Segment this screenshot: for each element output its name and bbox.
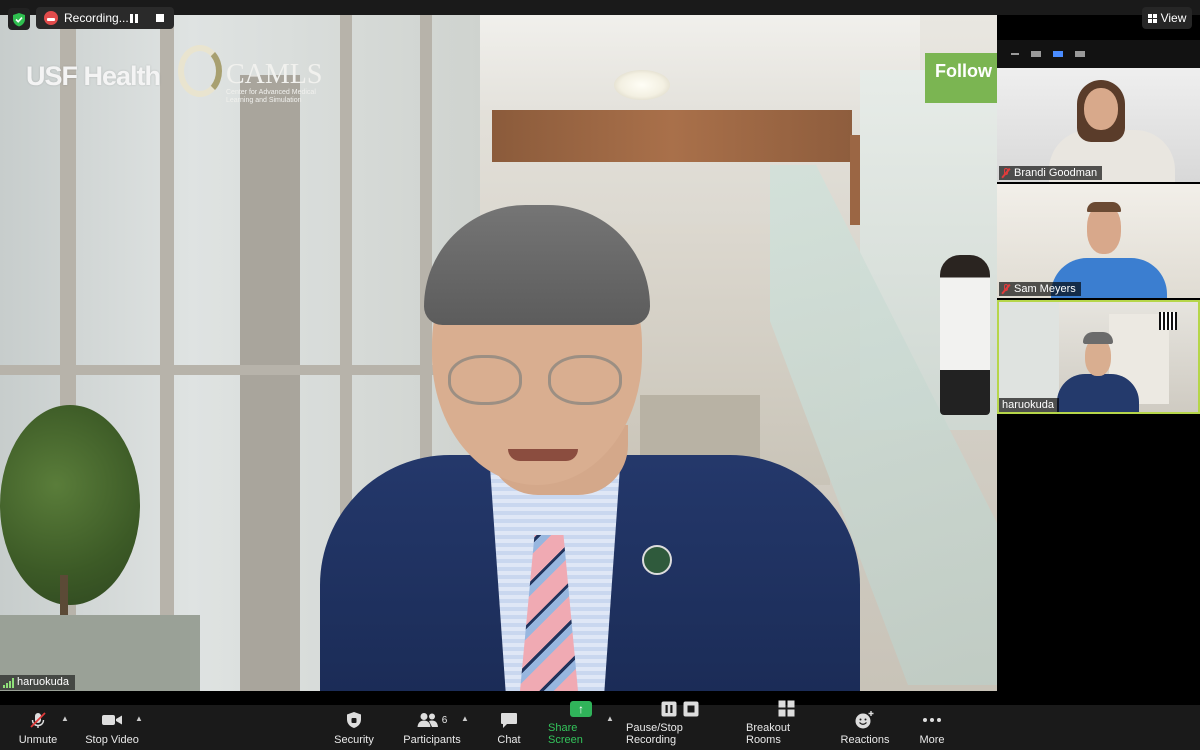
security-shield-icon bbox=[347, 712, 361, 728]
participant-tile[interactable]: Brandi Goodman bbox=[997, 68, 1200, 182]
speaker-mouth bbox=[508, 449, 578, 461]
qr-code bbox=[1159, 312, 1177, 330]
participant-name-tag: Brandi Goodman bbox=[999, 166, 1103, 180]
participant-name: Brandi Goodman bbox=[1014, 167, 1098, 179]
speaker-hair bbox=[424, 205, 650, 325]
gallery-strip-icon[interactable] bbox=[1075, 51, 1085, 57]
gallery-toolbar bbox=[997, 40, 1200, 68]
video-options-chevron-icon[interactable]: ▲ bbox=[135, 714, 143, 723]
participants-icon bbox=[417, 713, 438, 727]
video-camera-icon bbox=[102, 715, 122, 725]
participant-tile[interactable]: Sam Meyers bbox=[997, 184, 1200, 298]
more-label: More bbox=[919, 734, 945, 746]
breakout-rooms-label: Breakout Rooms bbox=[746, 722, 791, 746]
share-screen-arrow-icon: ↑ bbox=[570, 701, 592, 717]
view-button[interactable]: View bbox=[1142, 7, 1192, 29]
encryption-shield-button[interactable] bbox=[8, 8, 30, 30]
stop-recording-icon[interactable] bbox=[156, 13, 164, 22]
breakout-rooms-button[interactable]: Breakout Rooms bbox=[746, 700, 826, 750]
security-button[interactable]: Security bbox=[330, 705, 378, 750]
participants-count: 6 bbox=[441, 714, 448, 726]
chat-bubble-icon bbox=[501, 712, 517, 728]
reactions-label: Reactions bbox=[840, 734, 890, 746]
active-layout-icon[interactable] bbox=[1053, 51, 1063, 57]
reactions-smiley-icon bbox=[855, 711, 874, 729]
grid-view-icon bbox=[1147, 13, 1157, 23]
meeting-toolbar: Unmute ▲ Stop Video ▲ Security 6 Partici… bbox=[0, 700, 1200, 750]
person-on-stairs bbox=[940, 255, 990, 415]
participant-name-tag: Sam Meyers bbox=[999, 282, 1081, 296]
top-bar bbox=[0, 0, 1200, 15]
ceiling-light bbox=[614, 70, 670, 100]
participant-body bbox=[1057, 374, 1139, 412]
mic-muted-icon bbox=[30, 712, 46, 728]
camls-logo-mark bbox=[178, 45, 222, 97]
pause-stop-recording-label: Pause/Stop Recording bbox=[626, 722, 683, 746]
participant-tile-active-speaker[interactable]: haruokuda bbox=[997, 300, 1200, 414]
speaker-person bbox=[320, 205, 860, 691]
participants-label: Participants bbox=[403, 734, 461, 746]
participant-background bbox=[999, 302, 1059, 412]
more-dots-icon bbox=[923, 718, 941, 722]
participants-button[interactable]: 6 Participants bbox=[400, 705, 464, 750]
share-screen-button[interactable]: ↑ Share Screen bbox=[548, 701, 614, 750]
stop-video-label: Stop Video bbox=[85, 734, 139, 746]
stop-video-button[interactable]: Stop Video bbox=[84, 705, 140, 750]
speaker-glasses bbox=[448, 355, 628, 405]
follow-sign: Follow bbox=[925, 53, 997, 103]
hide-video-icon[interactable] bbox=[1031, 51, 1041, 57]
minimize-icon[interactable] bbox=[1011, 53, 1019, 55]
unmute-button[interactable]: Unmute bbox=[12, 705, 64, 750]
view-label: View bbox=[1160, 11, 1187, 25]
recording-indicator: Recording... bbox=[36, 7, 174, 29]
recording-label: Recording... bbox=[64, 11, 129, 25]
camls-logo: CAMLS Center for Advanced Medical Learni… bbox=[178, 45, 338, 105]
usf-health-logo: USF Health bbox=[26, 61, 161, 91]
recording-cloud-icon bbox=[44, 11, 58, 25]
camls-logo-text: CAMLS bbox=[226, 59, 323, 90]
reactions-button[interactable]: Reactions bbox=[840, 705, 890, 750]
pause-recording-icon[interactable] bbox=[130, 13, 138, 23]
more-button[interactable]: More bbox=[912, 705, 952, 750]
shield-check-icon bbox=[13, 12, 25, 26]
ceiling bbox=[480, 15, 920, 110]
breakout-rooms-icon bbox=[778, 700, 794, 717]
camls-logo-subtitle: Center for Advanced Medical Learning and… bbox=[226, 89, 316, 104]
participant-name-tag: haruokuda bbox=[999, 398, 1059, 412]
chat-label: Chat bbox=[497, 734, 521, 746]
wood-panel bbox=[492, 110, 852, 162]
connection-signal-icon bbox=[3, 677, 14, 688]
main-video-name-tag: haruokuda bbox=[0, 675, 75, 690]
participant-name: Sam Meyers bbox=[1014, 283, 1076, 295]
stop-icon bbox=[683, 701, 699, 717]
lapel-pin bbox=[642, 545, 672, 575]
participant-hair bbox=[1087, 202, 1121, 212]
participant-hair bbox=[1083, 332, 1113, 344]
audio-options-chevron-icon[interactable]: ▲ bbox=[61, 714, 69, 723]
mic-muted-icon bbox=[1002, 284, 1010, 294]
main-video-name: haruokuda bbox=[17, 676, 69, 688]
chat-button[interactable]: Chat bbox=[490, 705, 528, 750]
participants-options-chevron-icon[interactable]: ▲ bbox=[461, 714, 469, 723]
pause-stop-recording-button[interactable]: Pause/Stop Recording bbox=[626, 701, 734, 750]
security-label: Security bbox=[334, 734, 374, 746]
pause-icon bbox=[661, 701, 677, 717]
mic-muted-icon bbox=[1002, 168, 1010, 178]
tree-outside bbox=[0, 405, 140, 605]
share-options-chevron-icon[interactable]: ▲ bbox=[606, 714, 614, 723]
unmute-label: Unmute bbox=[18, 734, 58, 746]
window-column bbox=[240, 75, 300, 691]
window-mullion bbox=[160, 15, 174, 691]
participant-face bbox=[1084, 88, 1118, 130]
share-screen-label: Share Screen bbox=[548, 722, 583, 746]
participant-name: haruokuda bbox=[1002, 399, 1054, 411]
main-video[interactable]: Follow USF Health CAMLS Center for Advan… bbox=[0, 15, 997, 691]
